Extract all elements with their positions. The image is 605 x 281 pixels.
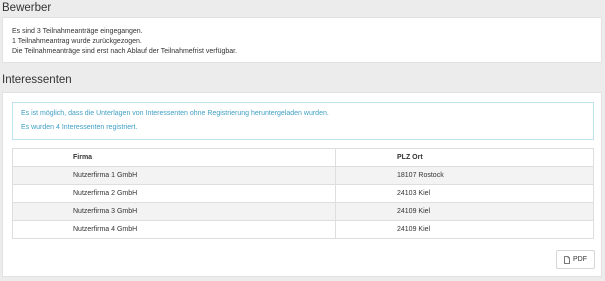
- table-header-row: Firma PLZ Ort: [12, 148, 594, 167]
- interessenten-title: Interessenten: [2, 74, 72, 86]
- info-download-text: Es ist möglich, dass die Unterlagen von …: [21, 110, 329, 117]
- table-row: Nutzerfirma 3 GmbH 24109 Kiel: [12, 202, 594, 221]
- cell-firma: Nutzerfirma 4 GmbH: [12, 220, 336, 239]
- bewerber-withdrawn-text: 1 Teilnahmeantrag wurde zurückgezogen.: [12, 38, 142, 45]
- cell-plz-ort: 18107 Rostock: [335, 166, 594, 185]
- info-alert: Es ist möglich, dass die Unterlagen von …: [12, 102, 594, 140]
- interessenten-table: Firma PLZ Ort Nutzerfirma 1 GmbH 18107 R…: [12, 148, 594, 239]
- pdf-button-label: PDF: [573, 256, 587, 263]
- cell-plz-ort: 24103 Kiel: [335, 184, 594, 203]
- column-header-plz-ort[interactable]: PLZ Ort: [335, 148, 594, 167]
- table-row: Nutzerfirma 4 GmbH 24109 Kiel: [12, 220, 594, 239]
- cell-plz-ort: 24109 Kiel: [335, 202, 594, 221]
- cell-plz-ort: 24109 Kiel: [335, 220, 594, 239]
- column-header-firma[interactable]: Firma: [12, 148, 336, 167]
- pdf-button[interactable]: PDF: [556, 250, 595, 269]
- cell-firma: Nutzerfirma 1 GmbH: [12, 166, 336, 185]
- cell-firma: Nutzerfirma 2 GmbH: [12, 184, 336, 203]
- info-registered-text: Es wurden 4 Interessenten registriert.: [21, 124, 138, 131]
- interessenten-panel: Es ist möglich, dass die Unterlagen von …: [2, 92, 602, 277]
- bewerber-availability-text: Die Teilnahmeanträge sind erst nach Abla…: [12, 48, 238, 55]
- file-icon: [564, 255, 570, 264]
- cell-firma: Nutzerfirma 3 GmbH: [12, 202, 336, 221]
- bewerber-received-text: Es sind 3 Teilnahmeanträge eingegangen.: [12, 28, 143, 35]
- table-row: Nutzerfirma 1 GmbH 18107 Rostock: [12, 166, 594, 185]
- bewerber-panel: Es sind 3 Teilnahmeanträge eingegangen. …: [2, 17, 602, 63]
- bewerber-title: Bewerber: [2, 2, 52, 14]
- table-row: Nutzerfirma 2 GmbH 24103 Kiel: [12, 184, 594, 203]
